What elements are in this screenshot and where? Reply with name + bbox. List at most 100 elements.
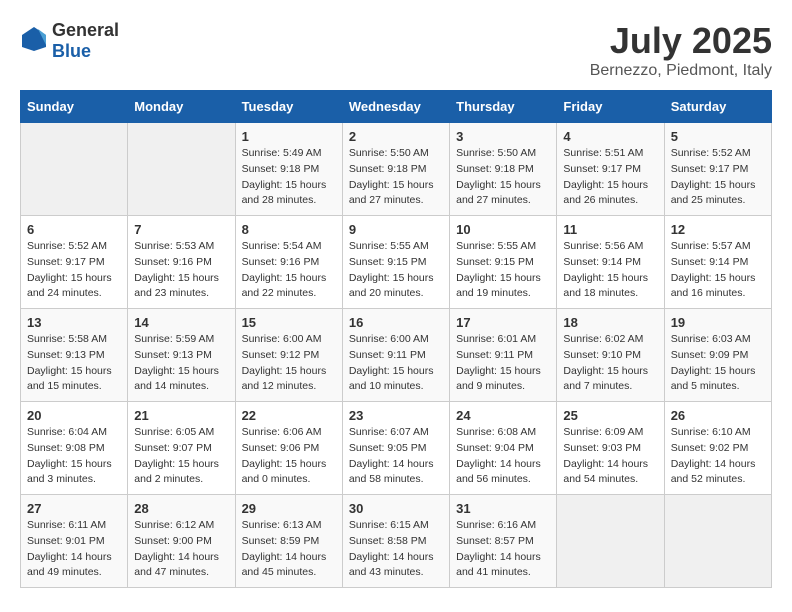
calendar-cell: 2 Sunrise: 5:50 AMSunset: 9:18 PMDaylight… [342, 123, 449, 216]
day-number: 9 [349, 222, 443, 237]
calendar-cell: 6Sunrise: 5:52 AMSunset: 9:17 PMDaylight… [21, 216, 128, 309]
title-area: July 2025 Bernezzo, Piedmont, Italy [590, 20, 772, 80]
calendar-cell: 13Sunrise: 5:58 AMSunset: 9:13 PMDayligh… [21, 309, 128, 402]
calendar-cell: 21Sunrise: 6:05 AMSunset: 9:07 PMDayligh… [128, 402, 235, 495]
logo-icon [20, 25, 48, 58]
day-info: Sunrise: 6:11 AMSunset: 9:01 PMDaylight:… [27, 518, 121, 581]
calendar-week-5: 27 Sunrise: 6:11 AMSunset: 9:01 PMDayligh… [21, 495, 772, 588]
day-number: 27 [27, 501, 121, 516]
logo: General Blue [20, 20, 119, 62]
header-wednesday: Wednesday [342, 91, 449, 123]
header-tuesday: Tuesday [235, 91, 342, 123]
day-info: Sunrise: 6:07 AMSunset: 9:05 PMDaylight:… [349, 425, 443, 488]
day-info: Sunrise: 6:06 AMSunset: 9:06 PMDaylight:… [242, 425, 336, 488]
calendar-cell: 10 Sunrise: 5:55 AMSunset: 9:15 PMDayligh… [450, 216, 557, 309]
day-number: 17 [456, 315, 550, 330]
calendar-cell [21, 123, 128, 216]
header-friday: Friday [557, 91, 664, 123]
day-number: 12 [671, 222, 765, 237]
day-number: 3 [456, 129, 550, 144]
header-thursday: Thursday [450, 91, 557, 123]
day-info: Sunrise: 5:50 AMSunset: 9:18 PMDaylight:… [456, 146, 550, 209]
day-number: 26 [671, 408, 765, 423]
day-info: Sunrise: 6:13 AMSunset: 8:59 PMDaylight:… [242, 518, 336, 581]
day-number: 10 [456, 222, 550, 237]
calendar-cell: 16Sunrise: 6:00 AMSunset: 9:11 PMDayligh… [342, 309, 449, 402]
calendar-cell: 19 Sunrise: 6:03 AMSunset: 9:09 PMDayligh… [664, 309, 771, 402]
day-info: Sunrise: 5:56 AMSunset: 9:14 PMDaylight:… [563, 239, 657, 302]
day-number: 11 [563, 222, 657, 237]
calendar-table: SundayMondayTuesdayWednesdayThursdayFrid… [20, 90, 772, 588]
calendar-cell: 4 Sunrise: 5:51 AMSunset: 9:17 PMDaylight… [557, 123, 664, 216]
calendar-cell: 20 Sunrise: 6:04 AMSunset: 9:08 PMDayligh… [21, 402, 128, 495]
day-info: Sunrise: 6:15 AMSunset: 8:58 PMDaylight:… [349, 518, 443, 581]
day-number: 15 [242, 315, 336, 330]
calendar-cell: 23 Sunrise: 6:07 AMSunset: 9:05 PMDayligh… [342, 402, 449, 495]
day-info: Sunrise: 5:55 AMSunset: 9:15 PMDaylight:… [456, 239, 550, 302]
day-number: 31 [456, 501, 550, 516]
calendar-cell: 5Sunrise: 5:52 AMSunset: 9:17 PMDaylight… [664, 123, 771, 216]
calendar-cell: 28Sunrise: 6:12 AMSunset: 9:00 PMDayligh… [128, 495, 235, 588]
day-info: Sunrise: 6:03 AMSunset: 9:09 PMDaylight:… [671, 332, 765, 395]
calendar-week-4: 20 Sunrise: 6:04 AMSunset: 9:08 PMDayligh… [21, 402, 772, 495]
day-info: Sunrise: 5:49 AMSunset: 9:18 PMDaylight:… [242, 146, 336, 209]
calendar-cell: 22 Sunrise: 6:06 AMSunset: 9:06 PMDayligh… [235, 402, 342, 495]
day-number: 21 [134, 408, 228, 423]
calendar-header-row: SundayMondayTuesdayWednesdayThursdayFrid… [21, 91, 772, 123]
day-info: Sunrise: 6:08 AMSunset: 9:04 PMDaylight:… [456, 425, 550, 488]
day-info: Sunrise: 5:50 AMSunset: 9:18 PMDaylight:… [349, 146, 443, 209]
calendar-cell: 27 Sunrise: 6:11 AMSunset: 9:01 PMDayligh… [21, 495, 128, 588]
day-number: 14 [134, 315, 228, 330]
day-info: Sunrise: 5:55 AMSunset: 9:15 PMDaylight:… [349, 239, 443, 302]
calendar-cell [557, 495, 664, 588]
month-title: July 2025 [590, 20, 772, 62]
day-info: Sunrise: 5:52 AMSunset: 9:17 PMDaylight:… [671, 146, 765, 209]
calendar-cell: 31 Sunrise: 6:16 AMSunset: 8:57 PMDayligh… [450, 495, 557, 588]
day-info: Sunrise: 5:51 AMSunset: 9:17 PMDaylight:… [563, 146, 657, 209]
calendar-week-1: 1 Sunrise: 5:49 AMSunset: 9:18 PMDaylight… [21, 123, 772, 216]
calendar-cell: 25Sunrise: 6:09 AMSunset: 9:03 PMDayligh… [557, 402, 664, 495]
calendar-cell: 24 Sunrise: 6:08 AMSunset: 9:04 PMDayligh… [450, 402, 557, 495]
day-info: Sunrise: 5:54 AMSunset: 9:16 PMDaylight:… [242, 239, 336, 302]
day-number: 1 [242, 129, 336, 144]
day-info: Sunrise: 5:52 AMSunset: 9:17 PMDaylight:… [27, 239, 121, 302]
calendar-cell: 15 Sunrise: 6:00 AMSunset: 9:12 PMDayligh… [235, 309, 342, 402]
calendar-cell: 1 Sunrise: 5:49 AMSunset: 9:18 PMDaylight… [235, 123, 342, 216]
calendar-week-2: 6Sunrise: 5:52 AMSunset: 9:17 PMDaylight… [21, 216, 772, 309]
calendar-cell: 18 Sunrise: 6:02 AMSunset: 9:10 PMDayligh… [557, 309, 664, 402]
calendar-cell: 26 Sunrise: 6:10 AMSunset: 9:02 PMDayligh… [664, 402, 771, 495]
day-info: Sunrise: 6:09 AMSunset: 9:03 PMDaylight:… [563, 425, 657, 488]
day-info: Sunrise: 6:00 AMSunset: 9:11 PMDaylight:… [349, 332, 443, 395]
day-number: 19 [671, 315, 765, 330]
day-info: Sunrise: 6:16 AMSunset: 8:57 PMDaylight:… [456, 518, 550, 581]
day-number: 8 [242, 222, 336, 237]
day-number: 23 [349, 408, 443, 423]
location-title: Bernezzo, Piedmont, Italy [590, 62, 772, 80]
calendar-cell: 9 Sunrise: 5:55 AMSunset: 9:15 PMDaylight… [342, 216, 449, 309]
day-info: Sunrise: 6:10 AMSunset: 9:02 PMDaylight:… [671, 425, 765, 488]
day-info: Sunrise: 6:00 AMSunset: 9:12 PMDaylight:… [242, 332, 336, 395]
day-number: 28 [134, 501, 228, 516]
day-info: Sunrise: 6:02 AMSunset: 9:10 PMDaylight:… [563, 332, 657, 395]
page-header: General Blue July 2025 Bernezzo, Piedmon… [20, 20, 772, 80]
day-number: 18 [563, 315, 657, 330]
day-info: Sunrise: 5:53 AMSunset: 9:16 PMDaylight:… [134, 239, 228, 302]
day-number: 22 [242, 408, 336, 423]
calendar-cell: 3 Sunrise: 5:50 AMSunset: 9:18 PMDaylight… [450, 123, 557, 216]
calendar-cell [128, 123, 235, 216]
calendar-cell: 14 Sunrise: 5:59 AMSunset: 9:13 PMDayligh… [128, 309, 235, 402]
logo-text: General Blue [52, 20, 119, 62]
header-monday: Monday [128, 91, 235, 123]
day-info: Sunrise: 6:04 AMSunset: 9:08 PMDaylight:… [27, 425, 121, 488]
day-info: Sunrise: 5:59 AMSunset: 9:13 PMDaylight:… [134, 332, 228, 395]
calendar-cell: 30Sunrise: 6:15 AMSunset: 8:58 PMDayligh… [342, 495, 449, 588]
day-number: 2 [349, 129, 443, 144]
header-saturday: Saturday [664, 91, 771, 123]
day-info: Sunrise: 5:57 AMSunset: 9:14 PMDaylight:… [671, 239, 765, 302]
day-number: 20 [27, 408, 121, 423]
day-number: 4 [563, 129, 657, 144]
header-sunday: Sunday [21, 91, 128, 123]
day-number: 24 [456, 408, 550, 423]
calendar-cell [664, 495, 771, 588]
calendar-cell: 17Sunrise: 6:01 AMSunset: 9:11 PMDayligh… [450, 309, 557, 402]
